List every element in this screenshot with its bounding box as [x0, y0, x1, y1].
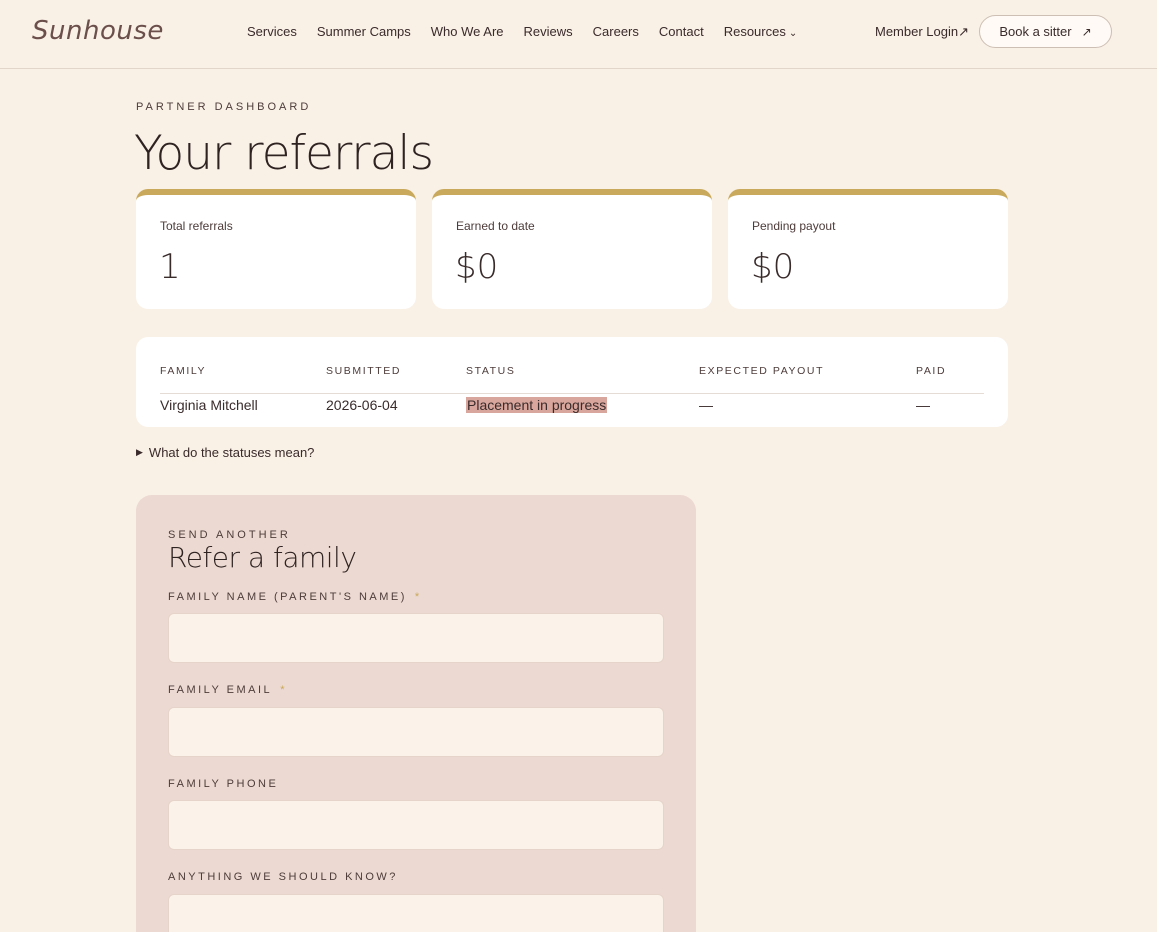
family-name-label: FAMILY NAME (PARENT'S NAME) *	[168, 591, 422, 603]
status-help-disclosure[interactable]: ▶ What do the statuses mean?	[136, 445, 314, 460]
nav-services[interactable]: Services	[247, 24, 297, 39]
chevron-down-icon: ⌄	[788, 28, 798, 39]
stat-value: $0	[751, 247, 795, 287]
nav-reviews[interactable]: Reviews	[524, 24, 573, 39]
stat-label: Pending payout	[752, 219, 836, 233]
arrow-up-right-icon: ↗	[1081, 24, 1092, 39]
table-divider	[160, 393, 984, 394]
site-header: Sunhouse Services Summer Camps Who We Ar…	[0, 0, 1157, 69]
notes-label: ANYTHING WE SHOULD KNOW?	[168, 871, 398, 883]
family-email-label: FAMILY EMAIL *	[168, 684, 287, 696]
column-header-submitted: SUBMITTED	[326, 365, 402, 377]
notes-textarea[interactable]	[168, 894, 664, 932]
status-badge: Placement in progress	[466, 397, 608, 413]
nav-resources-label: Resources	[723, 24, 786, 39]
nav-who-we-are[interactable]: Who We Are	[431, 24, 504, 39]
member-login-link[interactable]: Member Login↗	[875, 24, 969, 40]
book-a-sitter-label: Book a sitter	[999, 24, 1072, 39]
disclosure-triangle-icon: ▶	[136, 447, 143, 457]
nav-contact[interactable]: Contact	[659, 24, 704, 39]
book-a-sitter-button[interactable]: Book a sitter ↗	[979, 15, 1112, 48]
cell-expected-payout: —	[699, 397, 713, 413]
required-marker: *	[280, 684, 287, 696]
nav-summer-camps[interactable]: Summer Camps	[317, 24, 411, 39]
cell-submitted: 2026-06-04	[326, 397, 398, 413]
stat-value: $0	[455, 247, 499, 287]
stat-label: Total referrals	[160, 219, 233, 233]
nav-resources[interactable]: Resources ⌄	[724, 24, 798, 39]
family-email-label-text: FAMILY EMAIL	[168, 684, 273, 696]
status-help-summary: What do the statuses mean?	[148, 445, 315, 460]
page-title: Your referrals	[134, 126, 434, 181]
stat-card-pending-payout: Pending payout $0	[728, 189, 1008, 309]
family-name-input[interactable]	[168, 613, 664, 663]
family-phone-input[interactable]	[168, 800, 664, 850]
column-header-paid: PAID	[916, 365, 947, 377]
family-email-input[interactable]	[168, 707, 664, 757]
page-eyebrow: PARTNER DASHBOARD	[136, 101, 312, 113]
family-name-label-text: FAMILY NAME (PARENT'S NAME)	[168, 591, 407, 603]
cell-family: Virginia Mitchell	[160, 397, 258, 413]
column-header-status: STATUS	[466, 365, 516, 377]
referrals-table: FAMILY SUBMITTED STATUS EXPECTED PAYOUT …	[136, 337, 1008, 427]
cell-status: Placement in progress	[466, 397, 608, 413]
stat-label: Earned to date	[456, 219, 535, 233]
stat-card-earned: Earned to date $0	[432, 189, 712, 309]
family-phone-label: FAMILY PHONE	[168, 778, 279, 790]
main-nav: Services Summer Camps Who We Are Reviews…	[247, 24, 797, 39]
column-header-expected-payout: EXPECTED PAYOUT	[699, 365, 825, 377]
cell-paid: —	[916, 397, 930, 413]
form-title: Refer a family	[168, 541, 357, 574]
stat-value: 1	[159, 247, 181, 287]
sunhouse-logo[interactable]: Sunhouse	[32, 16, 164, 46]
refer-family-form: SEND ANOTHER Refer a family FAMILY NAME …	[136, 495, 696, 932]
form-eyebrow: SEND ANOTHER	[168, 529, 291, 541]
required-marker: *	[414, 591, 422, 603]
nav-careers[interactable]: Careers	[593, 24, 639, 39]
column-header-family: FAMILY	[160, 365, 207, 377]
stat-card-total-referrals: Total referrals 1	[136, 189, 416, 309]
